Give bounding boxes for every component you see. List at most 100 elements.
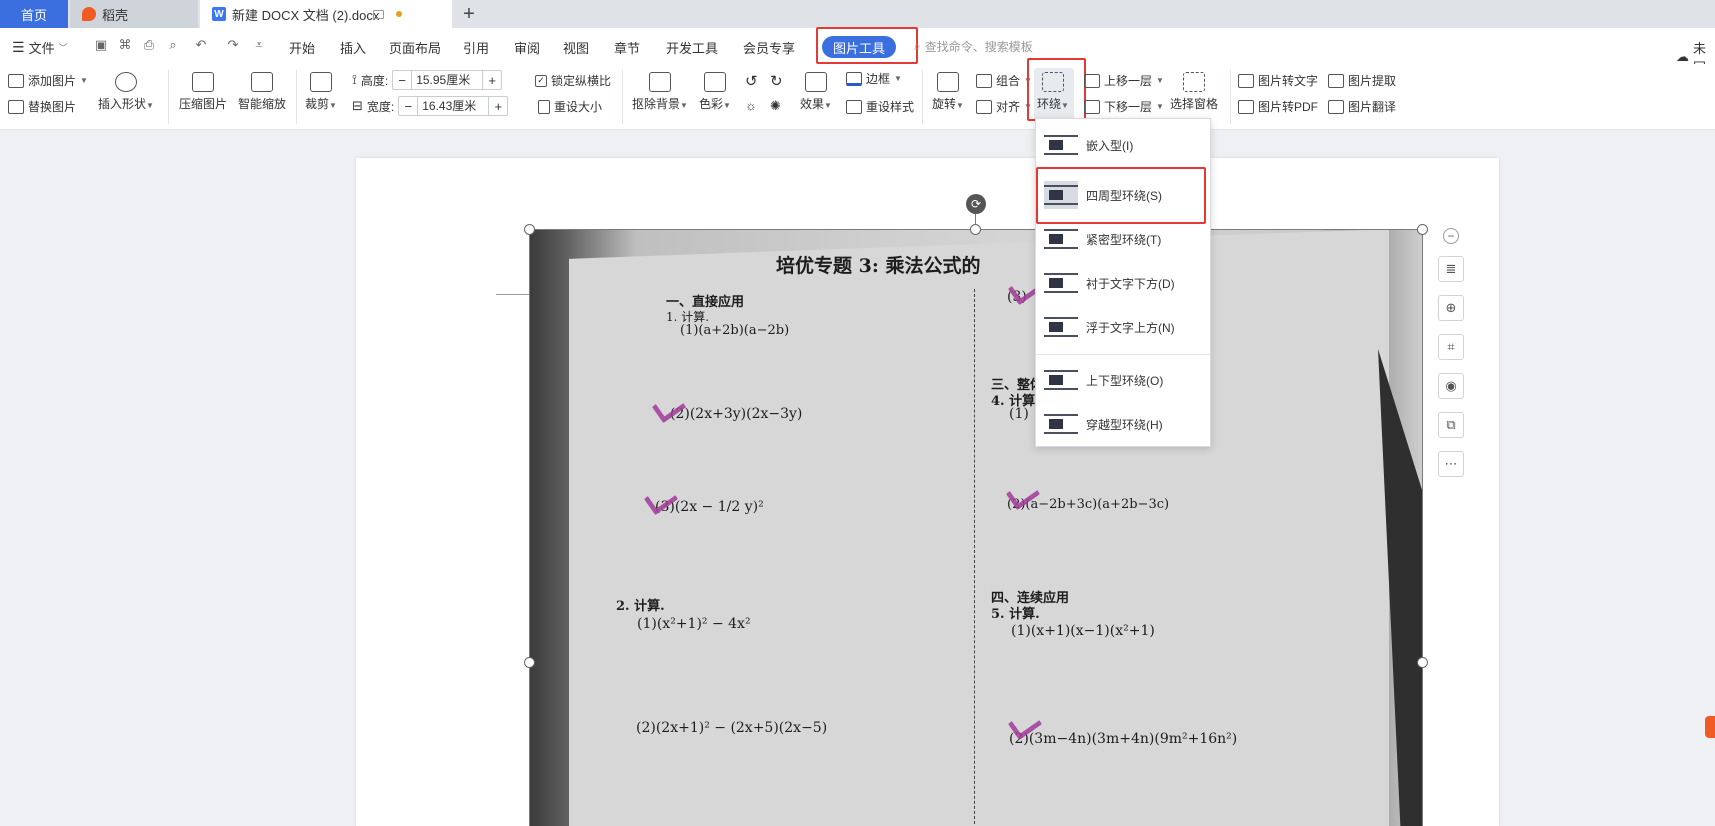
height-value[interactable]: 15.95厘米 <box>411 71 484 89</box>
ribbon-separator <box>622 70 623 124</box>
resize-handle-top-left[interactable] <box>524 224 535 235</box>
resize-handle-right[interactable] <box>1417 657 1428 668</box>
height-increment[interactable]: + <box>483 73 501 88</box>
side-assistant-icon[interactable] <box>1705 716 1715 738</box>
selection-frame <box>529 229 1423 826</box>
menu-references[interactable]: 引用 <box>463 38 489 57</box>
resize-handle-left[interactable] <box>524 657 535 668</box>
menu-member[interactable]: 会员专享 <box>743 38 795 57</box>
width-decrement[interactable]: − <box>399 99 417 114</box>
add-picture-button[interactable]: 添加图片 ▼ <box>8 72 88 89</box>
print-icon[interactable]: ⎙ <box>142 38 156 52</box>
caret-icon: ▼ <box>1156 102 1164 111</box>
selection-pane-button[interactable]: 选择窗格 <box>1170 72 1218 112</box>
remove-bg-label: 抠除背景 <box>632 97 681 111</box>
menu-insert[interactable]: 插入 <box>340 38 366 57</box>
layout-options-icon[interactable]: ≣ <box>1438 256 1464 282</box>
width-value[interactable]: 16.43厘米 <box>417 97 490 115</box>
search-icon: ⌕ <box>914 39 921 53</box>
brightness-down-icon[interactable]: ☼ <box>745 98 757 113</box>
wrap-option-behind-text[interactable]: 衬于文字下方(D) <box>1036 265 1210 301</box>
pic-translate-button[interactable]: 图片翻译 <box>1328 98 1396 115</box>
group-label: 组合 <box>996 74 1021 88</box>
bring-forward-icon <box>1084 73 1100 88</box>
crop-button[interactable]: 裁剪▼ <box>305 72 337 112</box>
reset-size-button[interactable]: 重设大小 <box>538 98 602 115</box>
wrap-option-tight[interactable]: 紧密型环绕(T) <box>1036 221 1210 257</box>
lock-ratio-checkbox[interactable]: ✓ 锁定纵横比 <box>535 72 611 89</box>
rotate-right-icon[interactable]: ↻ <box>770 72 783 90</box>
insert-shape-button[interactable]: 插入形状▼ <box>98 72 154 112</box>
replace-picture-label: 替换图片 <box>28 100 77 114</box>
wrap-option-inline[interactable]: 嵌入型(I) <box>1036 127 1210 163</box>
zoom-in-icon[interactable]: ⊕ <box>1438 295 1464 321</box>
pic-to-text-button[interactable]: 图片转文字 <box>1238 72 1318 89</box>
compress-picture-button[interactable]: 压缩图片 <box>179 72 227 112</box>
cloud-icon: ☁ <box>1676 49 1689 64</box>
caret-icon: ▼ <box>723 101 731 110</box>
pic-extract-button[interactable]: 图片提取 <box>1328 72 1396 89</box>
width-increment[interactable]: + <box>489 99 507 114</box>
wrap-option-in-front[interactable]: 浮于文字上方(N) <box>1036 309 1210 345</box>
wrap-option-through[interactable]: 穿越型环绕(H) <box>1036 406 1210 442</box>
save-icon[interactable]: ▣ <box>94 38 108 52</box>
menu-separator <box>1036 354 1210 355</box>
crop-icon[interactable]: ⌗ <box>1438 334 1464 360</box>
reset-style-label: 重设样式 <box>866 100 915 114</box>
menu-view[interactable]: 视图 <box>563 38 589 57</box>
pic-to-pdf-button[interactable]: 图片转PDF <box>1238 98 1318 115</box>
format-painter-icon[interactable]: ⌘ <box>118 38 132 52</box>
redo-icon[interactable]: ↷ <box>226 38 240 52</box>
file-menu[interactable]: ☰ 文件 ﹀ <box>12 38 68 57</box>
width-field: ⊟ 宽度: −16.43厘米 + <box>352 96 509 116</box>
height-decrement[interactable]: − <box>393 73 411 88</box>
border-button[interactable]: 边框 ▼ <box>846 70 902 87</box>
color-button[interactable]: 色彩▼ <box>699 72 731 112</box>
customize-icon[interactable]: ⩡ <box>252 38 266 52</box>
pic-to-text-icon[interactable]: ⧉ <box>1438 412 1464 438</box>
align-label: 对齐 <box>996 100 1021 114</box>
resize-handle-top[interactable] <box>970 224 981 235</box>
command-search[interactable]: ⌕ 查找命令、搜索模板 <box>914 38 1033 55</box>
collapse-icon[interactable]: − <box>1443 228 1459 244</box>
send-backward-button[interactable]: 下移一层 ▼ <box>1084 98 1164 115</box>
replace-picture-button[interactable]: 替换图片 <box>8 98 76 115</box>
wrap-option-label: 浮于文字上方(N) <box>1086 320 1175 335</box>
compress-label: 压缩图片 <box>179 97 228 111</box>
wrap-option-top-bottom[interactable]: 上下型环绕(O) <box>1036 362 1210 398</box>
align-button[interactable]: 对齐 ▼ <box>976 98 1032 115</box>
brightness-up-icon[interactable]: ✺ <box>770 98 781 114</box>
print-preview-icon[interactable]: ⌕ <box>166 38 180 52</box>
menu-start[interactable]: 开始 <box>289 38 315 57</box>
menu-review[interactable]: 审阅 <box>514 38 540 57</box>
tab-home[interactable]: 首页 <box>0 0 68 28</box>
tab-shell[interactable]: 稻壳 <box>70 0 198 28</box>
selection-pane-label: 选择窗格 <box>1170 97 1219 111</box>
monitor-icon[interactable] <box>373 9 384 19</box>
resize-handle-top-right[interactable] <box>1417 224 1428 235</box>
reset-style-button[interactable]: 重设样式 <box>846 98 914 115</box>
undo-icon[interactable]: ↶ <box>194 38 208 52</box>
rotate-handle-icon[interactable]: ⟳ <box>966 194 986 214</box>
remove-background-button[interactable]: 抠除背景▼ <box>632 72 688 112</box>
rotate-button[interactable]: 旋转▼ <box>932 72 964 112</box>
bring-forward-button[interactable]: 上移一层 ▼ <box>1084 72 1164 89</box>
more-icon[interactable]: ⋯ <box>1438 451 1464 477</box>
menu-chapter[interactable]: 章节 <box>614 38 640 57</box>
rotate-left-icon[interactable]: ↺ <box>745 72 758 90</box>
effect-button[interactable]: 效果▼ <box>800 72 832 112</box>
caret-icon: ▼ <box>894 74 902 83</box>
ribbon-separator <box>168 70 169 124</box>
smart-scale-label: 智能缩放 <box>238 97 287 111</box>
menu-developer[interactable]: 开发工具 <box>666 38 718 57</box>
group-button[interactable]: 组合 ▼ <box>976 72 1032 89</box>
menu-page-layout[interactable]: 页面布局 <box>389 38 441 57</box>
width-input[interactable]: −16.43厘米 + <box>398 96 509 116</box>
smart-scale-button[interactable]: 智能缩放 <box>238 72 286 112</box>
idea-bulb-icon[interactable]: ◉ <box>1438 373 1464 399</box>
compress-icon <box>192 72 214 92</box>
tab-document[interactable]: W 新建 DOCX 文档 (2).docx <box>200 0 452 28</box>
wrap-option-label: 衬于文字下方(D) <box>1086 276 1175 291</box>
height-input[interactable]: −15.95厘米 + <box>392 70 503 90</box>
new-tab-button[interactable]: + <box>458 0 480 28</box>
